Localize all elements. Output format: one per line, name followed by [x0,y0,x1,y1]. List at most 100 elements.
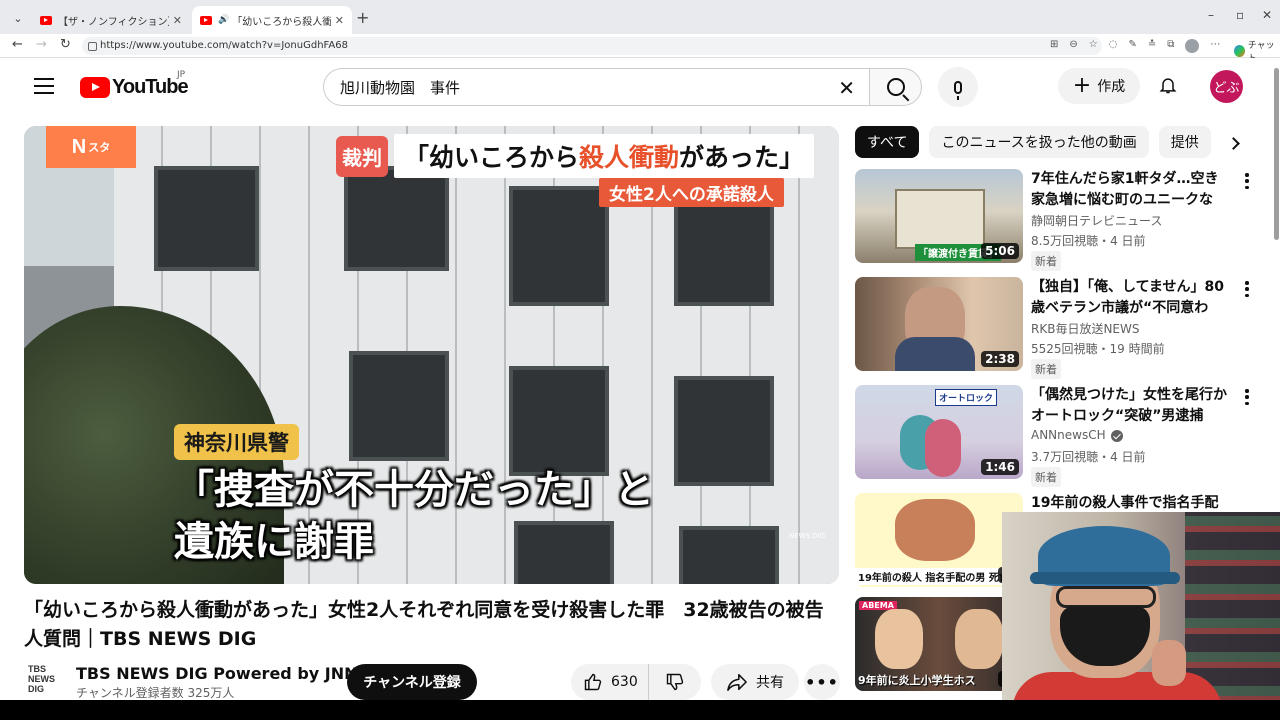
restore-icon[interactable]: ▫ [1236,8,1244,22]
new-tab-icon[interactable]: + [356,8,369,27]
screen-bottom-bar [0,700,1280,720]
chip-provided[interactable]: 提供 [1158,126,1211,158]
video-menu-icon[interactable] [1241,387,1253,407]
youtube-header: YouTube JP ✕ + 作成 どぶ [0,58,1280,116]
more-actions-button[interactable]: ••• [804,664,840,700]
video-menu-icon[interactable] [1241,279,1253,299]
search-icon [886,78,905,96]
new-badge: 新着 [1031,467,1061,487]
thumbnail-caption: オートロック [935,389,998,406]
video-player[interactable]: N スタ 裁判 「幼いころから殺人衝動があった」 女性2人への承諾殺人 神奈川県警… [24,126,839,584]
tab-strip: ⌄ 【ザ・ノンフィクション】ギャンブル依存と闘 ✕ 🔊 「幼いころから殺人衝動が… [0,0,1280,34]
new-badge: 新着 [1031,251,1061,271]
youtube-favicon-icon [200,15,212,25]
dislike-button[interactable] [649,664,701,700]
new-badge: 新着 [1031,359,1061,379]
like-count: 630 [611,674,638,690]
video-title[interactable]: 19年前の殺人事件で指名手配 [1031,493,1231,514]
forward-icon[interactable]: → [36,37,47,52]
search-input[interactable] [340,77,820,97]
video-thumbnail[interactable]: オートロック 1:46 [855,385,1023,479]
account-avatar[interactable]: どぶ [1210,70,1243,103]
back-icon[interactable]: ← [12,37,23,52]
channel-name[interactable]: TBS NEWS DIG Powered by JNN [76,664,375,683]
copilot-icon [1234,45,1245,57]
recommended-video[interactable]: 2:38 【独自】「俺、してません」80歳ベテラン市議が“不同意わい… RKB毎… [855,277,1265,379]
tab-close-icon[interactable]: ✕ [173,14,182,27]
video-meta: 8.5万回視聴・4 日前 [1031,234,1146,248]
url-field[interactable]: https://www.youtube.com/watch?v=JonuGdhF… [82,37,1102,55]
subscriber-count: チャンネル登録者数 325万人 [76,686,235,700]
search-box: ✕ [323,68,869,106]
tab-title: 「幼いころから殺人衝動があった」女 [232,16,331,28]
browser-tab-1[interactable]: 【ザ・ノンフィクション】ギャンブル依存と闘 ✕ [32,6,190,34]
reload-icon[interactable]: ↻ [60,37,71,52]
youtube-favicon-icon [40,15,52,25]
quote-caption: 「幼いころから殺人衝動があった」 [394,134,815,178]
youtube-play-icon [80,77,110,98]
create-button[interactable]: + 作成 [1058,68,1140,104]
video-menu-icon[interactable] [1241,171,1253,191]
hat-brim [1030,572,1180,584]
collections-icon[interactable]: ⧉ [1167,39,1174,53]
browser-menu-icon[interactable]: ⋯ [1210,39,1220,53]
channel-name[interactable]: ANNnewsCH [1031,428,1123,442]
close-window-icon[interactable]: ✕ [1262,8,1272,22]
n-sta-brand: N スタ [46,126,136,168]
thumbs-up-icon [584,673,602,691]
address-bar-row: ← → ↻ https://www.youtube.com/watch?v=Jo… [0,34,1280,64]
top-caption: 裁判 「幼いころから殺人衝動があった」 [336,134,815,178]
tab-close-icon[interactable]: ✕ [335,14,344,27]
related-filter-chips: すべて このニュースを扱った他の動画 提供 [855,126,1245,158]
like-button[interactable]: 630 [571,664,649,700]
tab-search-icon[interactable]: ⌄ [8,8,28,28]
like-dislike-group: 630 [571,664,701,700]
video-title[interactable]: 【独自】「俺、してません」80歳ベテラン市議が“不同意わい… [1031,277,1231,319]
chips-next-button[interactable] [1222,132,1244,154]
favorites-icon[interactable]: ≛ [1148,39,1156,53]
video-thumbnail[interactable]: 19年前の殺人 指名手配の男 死亡 3: [855,493,1023,587]
profile-icon[interactable] [1185,39,1200,53]
main-caption: 「捜査が不十分だった」と 遺族に謝罪 [174,467,654,565]
recommended-video[interactable]: オートロック 1:46 「偶然見つけた」女性を尾行かオートロック“突破”男逮捕【… [855,385,1265,487]
video-duration: 5:06 [981,243,1019,259]
refresh-page-icon[interactable]: ◌ [1109,39,1118,53]
microphone-icon [954,80,962,100]
zoom-icon[interactable]: ⊖ [1069,39,1077,53]
video-thumbnail[interactable]: 2:38 [855,277,1023,371]
news-dig-watermark: NEWS DIG [789,532,826,540]
video-title[interactable]: 「偶然見つけた」女性を尾行かオートロック“突破”男逮捕【… [1031,385,1231,427]
minimize-icon[interactable]: – [1208,8,1214,22]
search-button[interactable] [869,68,922,106]
page-scrollbar[interactable] [1274,68,1279,240]
video-duration: 2:38 [981,351,1019,367]
favorite-star-icon[interactable]: ☆ [1089,39,1098,53]
guide-menu-icon[interactable] [34,78,54,94]
share-label: 共有 [756,675,784,691]
channel-name[interactable]: RKB毎日放送NEWS [1031,320,1139,337]
region-code: JP [177,70,186,80]
subscribe-button[interactable]: チャンネル登録 [347,664,477,700]
youtube-logo[interactable]: YouTube JP [80,70,189,99]
chip-all[interactable]: すべて [855,126,920,158]
video-thumbnail[interactable]: ABEMA 9年前に炎上小学生ホス 5: [855,597,1023,691]
webcam-overlay [1002,512,1280,720]
video-thumbnail[interactable]: 「譲渡付き賃貸」 5:06 [855,169,1023,263]
channel-name[interactable]: 静岡朝日テレビニュース [1031,212,1162,229]
browser-tab-2-active[interactable]: 🔊 「幼いころから殺人衝動があった」女 ✕ [192,6,352,34]
clear-search-icon[interactable]: ✕ [838,76,855,100]
video-title[interactable]: 7年住んだら家1軒タダ…空き家急増に悩む町のユニークな取… [1031,169,1231,211]
recommended-video[interactable]: 「譲渡付き賃貸」 5:06 7年住んだら家1軒タダ…空き家急増に悩む町のユニーク… [855,169,1265,271]
thumbs-down-icon [666,673,684,691]
video-duration: 1:46 [981,459,1019,475]
chip-related-news[interactable]: このニュースを扱った他の動画 [929,126,1149,158]
audio-playing-icon[interactable]: 🔊 [218,15,229,25]
voice-search-button[interactable] [938,67,978,107]
extensions-icon[interactable]: ✎ [1128,39,1136,53]
notifications-bell-icon[interactable] [1158,75,1178,95]
video-meta: 5525回視聴・19 時間前 [1031,342,1165,356]
sub-caption: 女性2人への承諾殺人 [599,178,784,207]
translate-icon[interactable]: ⊞ [1050,39,1058,53]
channel-logo[interactable]: TBS NEWS DIG [28,664,62,698]
share-button[interactable]: 共有 [711,664,799,700]
